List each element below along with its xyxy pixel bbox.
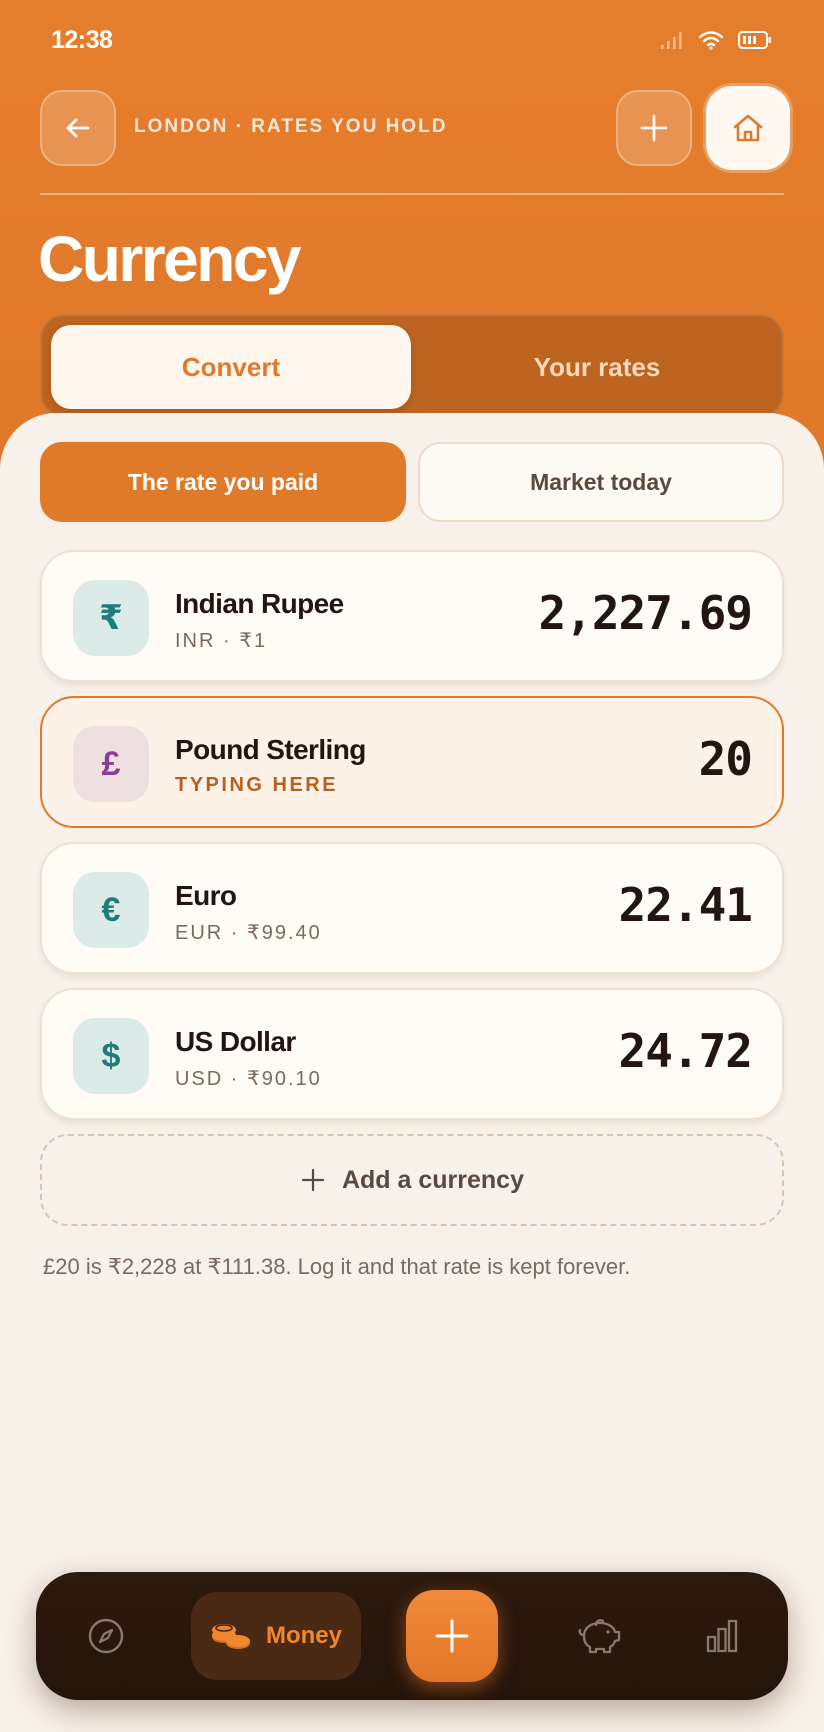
dollar-icon: $ bbox=[73, 1018, 149, 1094]
add-button[interactable] bbox=[616, 90, 692, 166]
currency-rate: INR · ₹1 bbox=[175, 630, 268, 652]
conversion-note: £20 is ₹2,228 at ₹111.38. Log it and tha… bbox=[43, 1254, 631, 1279]
nav-money-label: Money bbox=[265, 1622, 342, 1649]
header-row: LONDON · RATES YOU HOLD bbox=[40, 86, 790, 170]
coins-icon bbox=[211, 1624, 250, 1649]
currency-rate: USD · ₹90.10 bbox=[175, 1068, 322, 1090]
plus-icon bbox=[435, 1619, 469, 1653]
arrow-left-icon bbox=[66, 118, 90, 138]
home-icon bbox=[733, 114, 763, 142]
currency-name: Pound Sterling bbox=[175, 734, 366, 765]
bar-chart-icon bbox=[706, 1619, 738, 1653]
currency-card-eur[interactable]: € Euro EUR · ₹99.40 22.41 bbox=[40, 842, 784, 974]
compass-icon bbox=[88, 1618, 124, 1654]
currency-rate: EUR · ₹99.40 bbox=[175, 922, 322, 944]
piggy-bank-icon bbox=[578, 1619, 621, 1654]
wifi-icon bbox=[698, 31, 724, 50]
bottom-nav: Money bbox=[36, 1572, 788, 1700]
status-bar: 12:38 bbox=[0, 0, 824, 84]
typing-indicator: TYPING HERE bbox=[175, 774, 339, 796]
header-divider bbox=[40, 193, 784, 195]
add-currency-label: Add a currency bbox=[341, 1165, 524, 1194]
header-caption: LONDON · RATES YOU HOLD bbox=[134, 116, 448, 137]
currency-card-inr[interactable]: ₹ Indian Rupee INR · ₹1 2,227.69 bbox=[40, 550, 784, 682]
back-button[interactable] bbox=[40, 90, 116, 166]
market-today-button[interactable]: Market today bbox=[418, 442, 784, 522]
nav-savings[interactable] bbox=[564, 1604, 634, 1668]
euro-icon: € bbox=[73, 872, 149, 948]
nav-money[interactable]: Money bbox=[191, 1592, 361, 1680]
nav-stats[interactable] bbox=[692, 1606, 752, 1666]
tab-your-rates[interactable]: Your rates bbox=[417, 325, 777, 409]
status-time: 12:38 bbox=[51, 26, 113, 54]
battery-icon bbox=[738, 31, 771, 49]
currency-name: US Dollar bbox=[175, 1026, 296, 1057]
currency-card-usd[interactable]: $ US Dollar USD · ₹90.10 24.72 bbox=[40, 988, 784, 1120]
segmented-control: Convert Your rates bbox=[40, 314, 784, 418]
pound-icon: £ bbox=[73, 726, 149, 802]
nav-explore[interactable] bbox=[76, 1606, 136, 1666]
tab-convert[interactable]: Convert bbox=[51, 325, 411, 409]
rate-you-paid-button[interactable]: The rate you paid bbox=[40, 442, 406, 522]
add-currency-button[interactable]: Add a currency bbox=[40, 1134, 784, 1226]
currency-amount[interactable]: 24.72 bbox=[619, 1024, 753, 1078]
currency-amount[interactable]: 22.41 bbox=[619, 878, 753, 932]
currency-card-gbp[interactable]: £ Pound Sterling TYPING HERE 20 bbox=[40, 696, 784, 828]
rupee-icon: ₹ bbox=[73, 580, 149, 656]
currency-name: Euro bbox=[175, 880, 237, 911]
home-button[interactable] bbox=[706, 86, 790, 170]
currency-name: Indian Rupee bbox=[175, 588, 344, 619]
signal-icon bbox=[661, 32, 682, 49]
currency-amount-input[interactable]: 20 bbox=[699, 732, 753, 786]
plus-icon bbox=[640, 114, 668, 142]
currency-amount[interactable]: 2,227.69 bbox=[538, 586, 753, 640]
nav-add-button[interactable] bbox=[406, 1590, 498, 1682]
plus-icon bbox=[301, 1168, 325, 1192]
page-title: Currency bbox=[38, 223, 302, 295]
status-icons bbox=[660, 30, 772, 50]
